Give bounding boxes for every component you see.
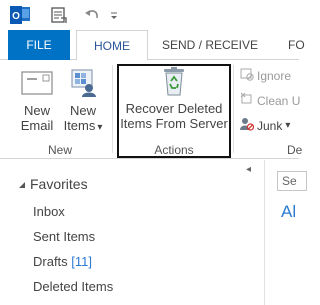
send-receive-all-icon[interactable]	[48, 5, 70, 25]
folder-sent-items[interactable]: Sent Items	[33, 229, 95, 244]
group-label-actions: Actions	[154, 143, 194, 157]
favorites-label: Favorites	[30, 176, 88, 192]
group-separator	[112, 65, 113, 153]
new-email-label-line1: New	[23, 103, 50, 118]
new-items-button[interactable]: New Items ▾	[60, 67, 106, 135]
collapse-triangle-icon	[18, 176, 26, 192]
quick-access-toolbar: O	[0, 0, 299, 30]
customize-dropdown-icon[interactable]	[108, 5, 120, 25]
pane-splitter[interactable]: ◂	[246, 160, 264, 305]
collapse-pane-icon[interactable]: ◂	[246, 164, 251, 175]
outlook-icon: O	[8, 5, 32, 25]
junk-icon	[240, 117, 255, 134]
folder-pane: Favorites Inbox Sent Items Drafts [11] D…	[0, 160, 246, 305]
recover-label-line2: Items From Server	[120, 116, 228, 131]
ribbon: New Email New Items ▾ New Recover Delete…	[0, 61, 303, 159]
new-email-button[interactable]: New Email	[14, 67, 60, 133]
tab-home[interactable]: HOME	[76, 30, 148, 61]
recover-label-line1: Recover Deleted	[125, 101, 223, 116]
clean-up-label: Clean U	[257, 93, 301, 108]
ignore-label: Ignore	[257, 68, 292, 83]
junk-label: Junk	[257, 118, 283, 133]
envelope-icon	[14, 67, 60, 99]
recover-deleted-items-button[interactable]: Recover Deleted Items From Server	[119, 65, 229, 131]
folder-drafts[interactable]: Drafts [11]	[33, 254, 92, 269]
new-items-label-line2: Items ▾	[63, 118, 103, 133]
folder-deleted-items[interactable]: Deleted Items	[33, 279, 113, 294]
filter-all-tab[interactable]: Al	[281, 202, 296, 222]
search-input[interactable]: Se	[277, 171, 307, 191]
folder-inbox[interactable]: Inbox	[33, 204, 65, 219]
unread-count-badge: [11]	[71, 254, 93, 269]
group-label-delete: De	[287, 143, 303, 157]
ignore-icon	[240, 67, 254, 84]
group-label-new: New	[48, 143, 73, 157]
chevron-down-icon: ▾	[285, 120, 291, 131]
clean-up-button[interactable]: Clean U	[240, 92, 300, 109]
ignore-button[interactable]: Ignore	[240, 67, 291, 84]
tab-file[interactable]: FILE	[8, 30, 70, 60]
clean-up-icon	[240, 92, 254, 109]
favorites-header[interactable]: Favorites	[18, 176, 88, 192]
junk-button[interactable]: Junk ▾	[240, 117, 290, 134]
new-items-label-line1: New	[69, 103, 96, 118]
message-list-pane: Se Al	[264, 160, 307, 305]
group-separator	[233, 65, 234, 153]
svg-text:O: O	[12, 11, 20, 22]
undo-icon[interactable]	[82, 5, 102, 25]
tab-folder[interactable]: FO	[288, 30, 305, 60]
chevron-down-icon: ▾	[97, 122, 103, 133]
recycle-bin-icon	[119, 65, 229, 97]
new-items-icon	[60, 67, 106, 99]
tab-send-receive[interactable]: SEND / RECEIVE	[162, 30, 258, 60]
ribbon-tabs: FILE HOME SEND / RECEIVE FO	[0, 30, 305, 61]
new-email-label-line2: Email	[20, 118, 54, 133]
